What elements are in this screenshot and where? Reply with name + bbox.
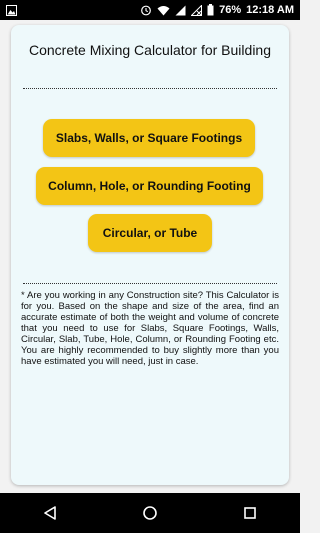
column-hole-footing-button[interactable]: Column, Hole, or Rounding Footing <box>36 167 263 205</box>
info-divider <box>23 283 277 284</box>
cellular-signal-icon <box>175 5 186 16</box>
gallery-icon <box>6 4 17 16</box>
battery-icon <box>207 4 214 16</box>
info-text: * Are you working in any Construction si… <box>21 290 279 367</box>
circular-tube-button[interactable]: Circular, or Tube <box>88 214 212 252</box>
alarm-icon <box>140 4 152 16</box>
back-icon[interactable] <box>35 498 65 528</box>
slabs-walls-footings-button[interactable]: Slabs, Walls, or Square Footings <box>43 119 255 157</box>
recents-icon[interactable] <box>235 498 265 528</box>
wifi-icon <box>157 5 170 16</box>
calculator-card: Concrete Mixing Calculator for Building … <box>11 25 289 485</box>
title-divider <box>23 88 277 89</box>
no-signal-icon <box>191 4 203 16</box>
page-title: Concrete Mixing Calculator for Building <box>29 42 271 58</box>
home-icon[interactable] <box>135 498 165 528</box>
battery-percent: 76% <box>219 4 242 16</box>
status-bar: 76% 12:18 AM <box>0 0 300 20</box>
navigation-bar <box>0 493 300 533</box>
clock: 12:18 AM <box>246 4 294 16</box>
